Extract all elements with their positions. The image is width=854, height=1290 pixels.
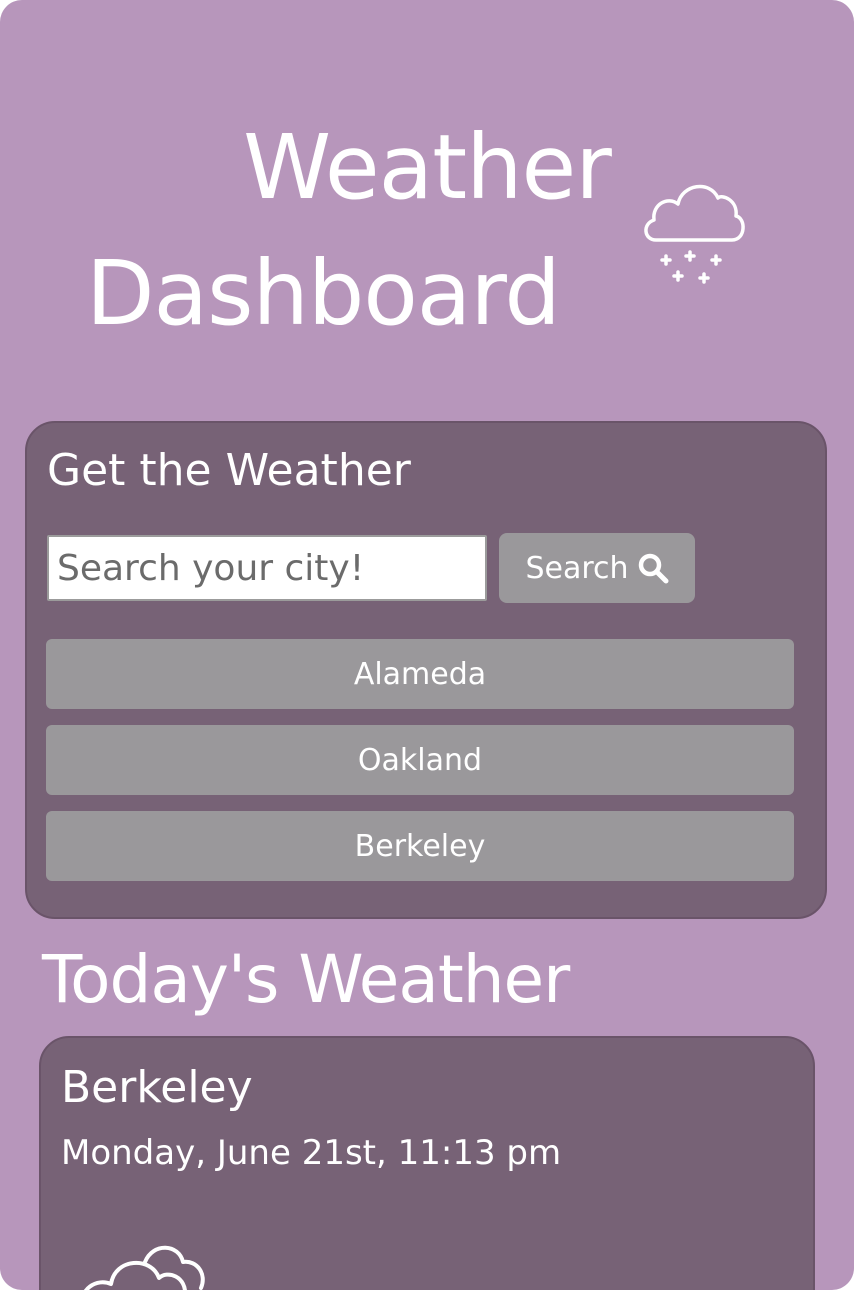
- search-icon: [638, 553, 669, 584]
- history-city-button-berkeley[interactable]: Berkeley: [46, 811, 794, 881]
- history-city-button-alameda[interactable]: Alameda: [46, 639, 794, 709]
- weather-dashboard-page: Weather Dashboard Get the Weather Search…: [0, 0, 854, 1290]
- search-heading: Get the Weather: [47, 445, 411, 496]
- search-panel: Get the Weather Search Alameda Oakland B…: [25, 421, 827, 919]
- search-history-list: Alameda Oakland Berkeley: [46, 639, 794, 897]
- current-datetime: Monday, June 21st, 11:13 pm: [61, 1133, 562, 1173]
- search-button[interactable]: Search: [499, 533, 695, 603]
- search-button-label: Search: [525, 550, 629, 586]
- today-heading: Today's Weather: [42, 941, 570, 1018]
- history-city-button-oakland[interactable]: Oakland: [46, 725, 794, 795]
- snow-cloud-icon: [644, 184, 745, 284]
- current-weather-card: Berkeley Monday, June 21st, 11:13 pm: [39, 1036, 815, 1290]
- current-city-name: Berkeley: [61, 1062, 253, 1113]
- cloudy-icon: [83, 1245, 205, 1290]
- city-search-input[interactable]: [47, 535, 487, 601]
